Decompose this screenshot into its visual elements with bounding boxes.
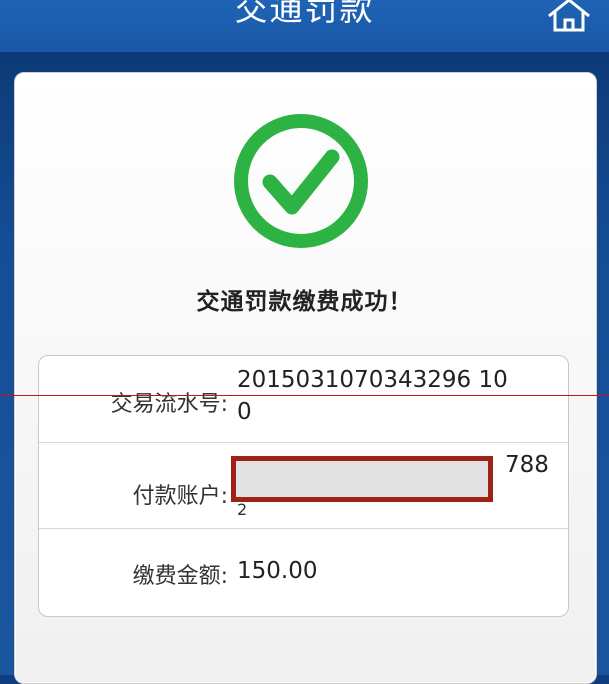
amount-row: 缴费金额: 150.00 <box>39 528 568 616</box>
transaction-value: 2015031070343296 10 0 <box>237 364 508 428</box>
transaction-value-line2: 0 <box>237 399 252 425</box>
transaction-value-line1: 2015031070343296 10 <box>237 367 508 393</box>
overlay-line <box>0 395 609 396</box>
check-circle-icon <box>234 114 368 248</box>
transaction-row: 交易流水号: 2015031070343296 10 0 <box>39 356 568 443</box>
account-label: 付款账户: <box>132 484 228 509</box>
account-line2: 2 <box>237 500 248 519</box>
app-header: 交通罚款 <box>0 0 609 52</box>
transaction-label: 交易流水号: <box>110 392 228 417</box>
page-title: 交通罚款 <box>234 0 375 28</box>
home-button[interactable] <box>545 0 593 32</box>
account-tail: 788 <box>505 452 549 478</box>
account-mask <box>231 456 493 502</box>
amount-label: 缴费金额: <box>132 564 228 589</box>
success-message: 交通罚款缴费成功！ <box>196 289 413 315</box>
amount-value: 150.00 <box>237 558 318 584</box>
home-icon <box>548 0 590 32</box>
